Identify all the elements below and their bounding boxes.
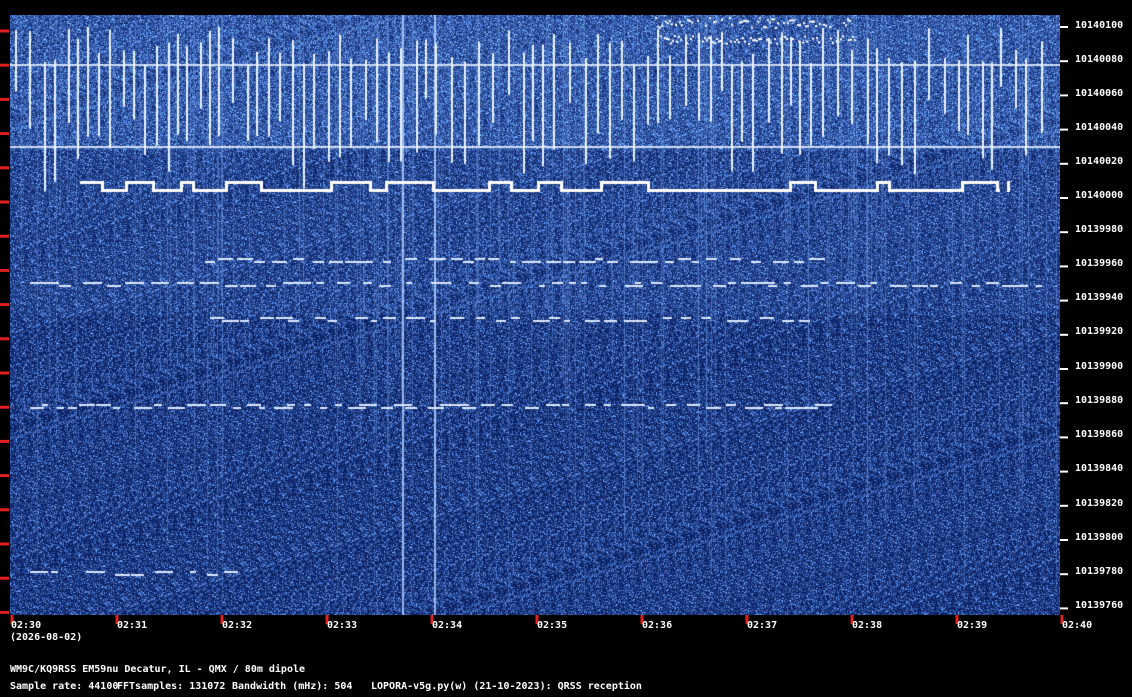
time-label: 02:33: [327, 620, 358, 631]
right-frequency-ticks: [1060, 26, 1068, 610]
time-label: 02:35: [537, 620, 568, 631]
frequency-label: 10140040: [1075, 122, 1124, 133]
date-label: (2026-08-02): [10, 632, 83, 643]
time-label: 02:31: [117, 620, 148, 631]
fft-samples: FFTsamples: 131072: [117, 681, 226, 692]
frequency-label: 10139980: [1075, 224, 1124, 235]
frequency-label: 10139840: [1075, 463, 1124, 474]
spectrogram-waterfall: [10, 15, 1060, 615]
time-label: 02:38: [852, 620, 883, 631]
frequency-label: 10140060: [1075, 88, 1124, 99]
frequency-label: 10140100: [1075, 20, 1124, 31]
software-info: LOPORA-v5g.py(w) (21-10-2023): QRSS rece…: [371, 681, 642, 692]
frequency-label: 10139940: [1075, 292, 1124, 303]
frequency-label: 10139880: [1075, 395, 1124, 406]
frequency-label: 10140000: [1075, 190, 1124, 201]
left-frequency-ticks: [0, 29, 9, 614]
frequency-label: 10139760: [1075, 600, 1124, 611]
frequency-label: 10139780: [1075, 566, 1124, 577]
time-label: 02:39: [957, 620, 988, 631]
time-label: 02:30: [11, 620, 42, 631]
frequency-label: 10139860: [1075, 429, 1124, 440]
frequency-label: 10139820: [1075, 498, 1124, 509]
frequency-label: 10139920: [1075, 326, 1124, 337]
station-info: WM9C/KQ9RSS EM59nu Decatur, IL - QMX / 8…: [10, 664, 306, 675]
frequency-label: 10139800: [1075, 532, 1124, 543]
frequency-label: 10139960: [1075, 258, 1124, 269]
time-label: 02:32: [222, 620, 253, 631]
bandwidth: Bandwidth (mHz): 504: [232, 681, 353, 692]
frequency-label: 10140020: [1075, 156, 1124, 167]
frequency-label: 10139900: [1075, 361, 1124, 372]
time-label: 02:34: [432, 620, 463, 631]
time-label: 02:37: [747, 620, 778, 631]
time-label: 02:36: [642, 620, 673, 631]
time-label: 02:40: [1062, 620, 1093, 631]
frequency-label: 10140080: [1075, 54, 1124, 65]
sample-rate: Sample rate: 44100: [10, 681, 119, 692]
